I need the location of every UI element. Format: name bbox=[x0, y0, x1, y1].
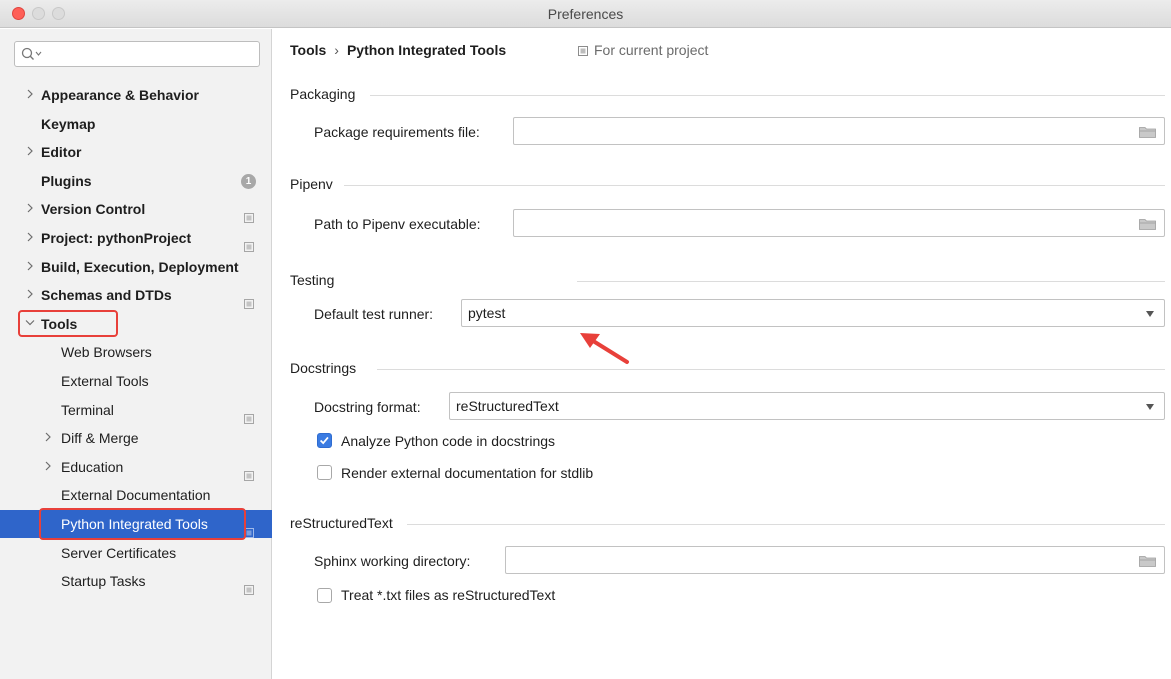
sidebar-item[interactable]: Keymap bbox=[0, 110, 272, 138]
sidebar-item[interactable]: Diff & Merge bbox=[0, 424, 272, 452]
chevron-right-icon[interactable] bbox=[42, 453, 54, 481]
breadcrumb: Tools › Python Integrated Tools bbox=[290, 42, 506, 58]
sidebar-item[interactable]: Terminal bbox=[0, 396, 272, 424]
sidebar-item-label: Web Browsers bbox=[61, 344, 152, 361]
project-scope-icon bbox=[244, 462, 254, 481]
section-testing-title: Testing bbox=[290, 272, 335, 288]
project-scope-icon bbox=[244, 290, 254, 310]
render-external-docs-checkbox[interactable] bbox=[317, 465, 332, 480]
chevron-right-icon[interactable] bbox=[24, 138, 36, 166]
sphinx-directory-label: Sphinx working directory: bbox=[314, 553, 471, 569]
for-current-project-note: For current project bbox=[578, 42, 708, 58]
checkmark-icon bbox=[319, 436, 329, 445]
sidebar-item-label: Diff & Merge bbox=[61, 430, 139, 447]
settings-sidebar: Appearance & Behavior Keymap Editor Plugins… bbox=[0, 29, 272, 679]
folder-icon[interactable] bbox=[1139, 126, 1156, 138]
settings-content-pane: Tools › Python Integrated Tools For curren… bbox=[273, 29, 1171, 679]
breadcrumb-current: Python Integrated Tools bbox=[346, 42, 507, 58]
chevron-right-icon[interactable] bbox=[24, 224, 36, 252]
chevron-right-icon[interactable] bbox=[24, 195, 36, 223]
pipenv-path-label: Path to Pipenv executable: bbox=[314, 216, 481, 232]
sidebar-item-label: Editor bbox=[41, 144, 82, 161]
section-pipenv-title: Pipenv bbox=[290, 176, 333, 192]
sidebar-item-label: External Documentation bbox=[61, 487, 211, 504]
package-requirements-field[interactable] bbox=[513, 117, 1165, 145]
package-requirements-label: Package requirements file: bbox=[314, 124, 480, 140]
updates-badge: 1 bbox=[241, 173, 256, 189]
treat-txt-label[interactable]: Treat *.txt files as reStructuredText bbox=[341, 587, 555, 603]
sidebar-item[interactable]: Appearance & Behavior bbox=[0, 81, 272, 109]
section-divider bbox=[377, 369, 1165, 370]
sidebar-item[interactable]: Version Control bbox=[0, 195, 272, 224]
project-scope-icon bbox=[244, 204, 254, 224]
settings-search-input[interactable] bbox=[14, 41, 260, 67]
default-test-runner-value: pytest bbox=[468, 305, 506, 321]
section-docstrings-title: Docstrings bbox=[290, 360, 357, 376]
sidebar-item-label: Terminal bbox=[61, 401, 114, 418]
highlight-python-integrated-tools-annotation bbox=[39, 508, 246, 540]
analyze-python-code-label[interactable]: Analyze Python code in docstrings bbox=[341, 433, 555, 449]
for-current-project-label: For current project bbox=[594, 42, 709, 58]
folder-icon[interactable] bbox=[1139, 555, 1156, 567]
section-packaging-title: Packaging bbox=[290, 86, 356, 102]
section-divider bbox=[407, 524, 1165, 525]
analyze-python-code-checkbox[interactable] bbox=[317, 433, 332, 448]
docstring-format-select[interactable]: reStructuredText bbox=[449, 392, 1165, 420]
sidebar-item-label: Server Certificates bbox=[61, 544, 177, 561]
window-title: Preferences bbox=[547, 6, 624, 22]
breadcrumb-separator: › bbox=[334, 42, 339, 58]
title-bar: Preferences bbox=[0, 0, 1171, 28]
treat-txt-checkbox[interactable] bbox=[317, 588, 332, 603]
annotation-arrow-icon bbox=[580, 333, 629, 364]
highlight-tools-annotation bbox=[18, 310, 118, 337]
chevron-right-icon[interactable] bbox=[24, 253, 36, 281]
default-test-runner-label: Default test runner: bbox=[314, 306, 434, 322]
sidebar-item[interactable]: Web Browsers bbox=[0, 338, 272, 366]
section-divider bbox=[370, 95, 1165, 96]
search-icon bbox=[21, 47, 42, 60]
sidebar-item[interactable]: External Tools bbox=[0, 367, 272, 395]
section-divider bbox=[344, 185, 1165, 186]
sidebar-item[interactable]: Editor bbox=[0, 138, 272, 166]
sidebar-item-label: External Tools bbox=[61, 373, 149, 389]
docstring-format-value: reStructuredText bbox=[456, 398, 559, 414]
sidebar-item-label: Schemas and DTDs bbox=[41, 287, 172, 304]
breadcrumb-parent[interactable]: Tools bbox=[290, 42, 326, 58]
sidebar-item-label: Appearance & Behavior bbox=[41, 87, 199, 103]
chevron-right-icon[interactable] bbox=[24, 81, 36, 109]
sphinx-directory-field[interactable] bbox=[505, 546, 1165, 574]
sidebar-item-label: Project: pythonProject bbox=[41, 230, 192, 246]
section-restructuredtext-title: reStructuredText bbox=[290, 515, 393, 531]
sidebar-item[interactable]: Server Certificates bbox=[0, 539, 272, 567]
chevron-right-icon[interactable] bbox=[24, 281, 36, 309]
dropdown-arrow-icon bbox=[1146, 311, 1154, 317]
sidebar-item-label: Education bbox=[61, 458, 124, 475]
sidebar-item-label: Plugins bbox=[41, 172, 92, 189]
sidebar-item-label: Keymap bbox=[41, 115, 96, 132]
sidebar-item-label: Build, Execution, Deployment bbox=[41, 258, 239, 275]
project-scope-icon bbox=[578, 46, 588, 56]
project-scope-icon bbox=[244, 233, 254, 252]
sidebar-item[interactable]: External Documentation bbox=[0, 481, 272, 509]
section-divider bbox=[577, 281, 1165, 282]
docstring-format-label: Docstring format: bbox=[314, 399, 421, 415]
default-test-runner-select[interactable]: pytest bbox=[461, 299, 1165, 327]
project-scope-icon bbox=[244, 576, 254, 596]
dropdown-arrow-icon bbox=[1146, 404, 1154, 410]
sidebar-item[interactable]: Education bbox=[0, 453, 272, 481]
folder-icon[interactable] bbox=[1139, 218, 1156, 230]
pipenv-path-field[interactable] bbox=[513, 209, 1165, 237]
project-scope-icon bbox=[244, 405, 254, 424]
render-external-docs-label[interactable]: Render external documentation for stdlib bbox=[341, 465, 593, 481]
sidebar-item-label: Version Control bbox=[41, 201, 146, 218]
sidebar-item[interactable]: Plugins 1 bbox=[0, 167, 272, 195]
sidebar-item[interactable]: Project: pythonProject bbox=[0, 224, 272, 252]
sidebar-item[interactable]: Schemas and DTDs bbox=[0, 281, 272, 310]
sidebar-item[interactable]: Startup Tasks bbox=[0, 567, 272, 596]
sidebar-item-label: Startup Tasks bbox=[61, 573, 146, 590]
sidebar-item[interactable]: Build, Execution, Deployment bbox=[0, 253, 272, 281]
chevron-right-icon[interactable] bbox=[42, 424, 54, 452]
